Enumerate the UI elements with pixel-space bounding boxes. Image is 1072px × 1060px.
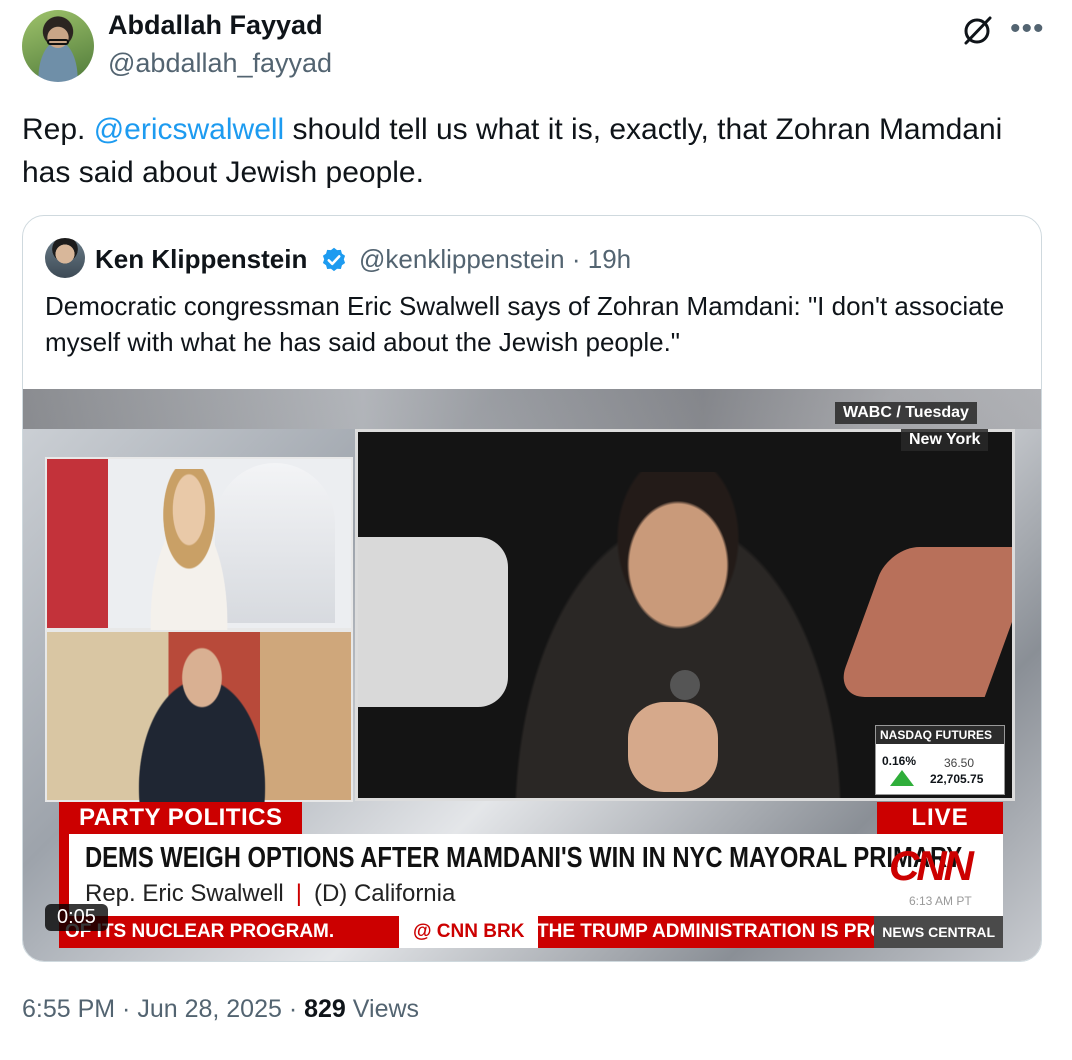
glasses-detail [47,39,69,45]
author-name[interactable]: Abdallah Fayyad [108,10,323,41]
meta-separator: · [115,995,138,1023]
speaker-hand [628,702,718,792]
views-count: 829 [304,995,346,1023]
tweet-date[interactable]: Jun 28, 2025 [137,995,282,1023]
verified-icon [322,247,346,272]
broadcast-clock: 6:13 AM PT [909,894,972,908]
divider: | [295,880,302,907]
quote-author-name[interactable]: Ken Klippenstein [95,244,307,275]
live-badge: LIVE [877,802,1003,834]
tweet-text: Rep. @ericswalwell should tell us what i… [22,108,1042,194]
crawl-text-right: THE TRUMP ADMINISTRATION IS PRO [537,921,885,942]
video-panel-guest [45,630,353,804]
grok-icon[interactable] [960,14,994,48]
more-icon[interactable]: ••• [1010,12,1045,46]
tweet-text-start: Rep. [22,113,94,146]
tweet-time[interactable]: 6:55 PM [22,995,115,1023]
station-tag: WABC / Tuesday [835,402,977,424]
quote-text: Democratic congressman Eric Swalwell say… [45,291,1005,357]
lower-third: DEMS WEIGH OPTIONS AFTER MAMDANI'S WIN I… [59,834,1003,916]
chyron-subline: Rep. Eric Swalwell | (D) California [85,880,455,908]
guest-name: Rep. Eric Swalwell [85,880,284,907]
crawl-breaking-tag: @ CNN BRK [399,916,539,948]
views-label: Views [352,995,420,1023]
ticker-title: NASDAQ FUTURES [876,726,1004,744]
quote-author-avatar[interactable] [45,238,85,278]
video-duration: 0:05 [45,904,108,931]
tweet-meta: 6:55 PM · Jun 28, 2025 · 829 Views [22,995,419,1024]
author-handle[interactable]: @abdallah_fayyad [108,48,332,79]
up-arrow-icon [890,770,914,786]
video-panel-anchor [45,457,353,632]
chyron-headline: DEMS WEIGH OPTIONS AFTER MAMDANI'S WIN I… [85,842,963,874]
guest-party: (D) California [313,880,456,907]
city-tag: New York [901,429,989,451]
microphone [670,670,700,700]
ticker-percent: 0.16% [882,754,917,768]
ticker-change: 36.50 [944,756,975,770]
author-avatar[interactable] [22,10,94,82]
segment-label: PARTY POLITICS [59,802,303,834]
crawl-show-tag: NEWS CENTRAL [874,916,1003,948]
ticker-value: 22,705.75 [930,772,984,786]
meta-separator: · [281,995,305,1023]
quoted-tweet[interactable]: Ken Klippenstein @kenklippenstein · 19h … [22,215,1042,962]
news-crawl: OF ITS NUCLEAR PROGRAM. @ CNN BRK THE TR… [59,916,1003,948]
cnn-logo: CNN [889,842,974,889]
market-ticker: NASDAQ FUTURES 0.16% 36.50 22,705.75 [875,725,1005,795]
video-player[interactable]: WABC / Tuesday New York NASDAQ FUTURES 0… [23,389,1041,961]
stage-shape-left [358,537,508,707]
mention-link[interactable]: @ericswalwell [94,113,285,146]
guest-figure [117,642,287,804]
quote-author-handle[interactable]: @kenklippenstein · 19h [359,244,631,275]
anchor-figure [133,469,245,632]
